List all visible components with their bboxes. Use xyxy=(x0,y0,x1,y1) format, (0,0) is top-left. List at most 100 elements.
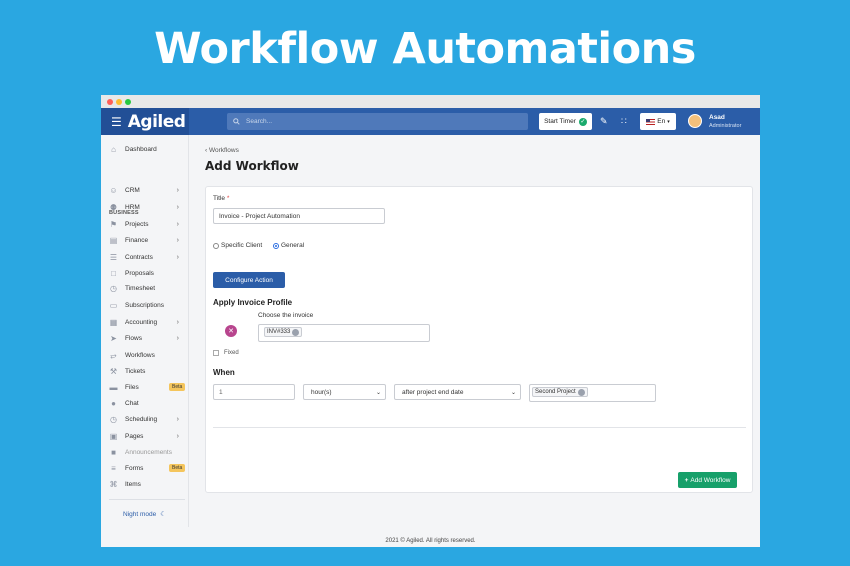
flows-icon: ➤ xyxy=(110,333,117,343)
sidebar-item-contracts[interactable]: ☰ Contracts › xyxy=(109,251,185,263)
project-tag-label: Second Project xyxy=(535,389,576,395)
brand-logo[interactable]: Agiled xyxy=(128,112,186,132)
workflow-form-card: Title * Invoice - Project Automation Spe… xyxy=(205,186,753,493)
sidebar-item-forms[interactable]: ≡ Forms Beta xyxy=(109,462,186,474)
sidebar-item-finance[interactable]: ▤ Finance › xyxy=(109,234,185,246)
required-marker: * xyxy=(226,195,230,202)
plus-icon: + xyxy=(684,476,689,484)
invoice-select[interactable]: INV#333 xyxy=(258,324,430,342)
sidebar-item-chat[interactable]: ● Chat xyxy=(109,397,185,409)
sidebar-item-label: Chat xyxy=(125,399,139,407)
forms-icon: ≡ xyxy=(111,463,116,473)
beta-badge: Beta xyxy=(169,383,186,391)
moon-icon: ☾ xyxy=(160,511,167,518)
tag-remove-icon[interactable] xyxy=(292,328,300,336)
card-divider xyxy=(213,427,746,428)
sidebar-item-pages[interactable]: ▣ Pages › xyxy=(109,430,185,442)
sidebar-item-label: CRM xyxy=(125,186,140,194)
sidebar-item-announcements[interactable]: ■ Announcements xyxy=(109,446,185,458)
sidebar-item-label: Files xyxy=(125,383,139,391)
maximize-dot[interactable] xyxy=(125,98,131,105)
project-select[interactable]: Second Project xyxy=(529,384,656,402)
top-bar: ☰ Agiled Search... Start Timer ✓ ✎ ∷ En … xyxy=(101,108,760,135)
radio-specific-client-label: Specific Client xyxy=(221,242,263,249)
user-name: Asad xyxy=(709,114,725,121)
minimize-dot[interactable] xyxy=(116,98,122,105)
sidebar-item-items[interactable]: ⌘ Items xyxy=(109,478,185,490)
workflows-icon: ⥂ xyxy=(110,350,117,360)
chevron-right-icon: › xyxy=(176,253,179,261)
close-dot[interactable] xyxy=(107,98,113,105)
configure-action-button[interactable]: Configure Action xyxy=(213,272,285,288)
fixed-label: Fixed xyxy=(224,350,239,356)
breadcrumb[interactable]: ‹ Workflows xyxy=(205,147,239,154)
page-title: Add Workflow xyxy=(205,159,299,173)
sidebar-item-projects[interactable]: ⚑ Projects › xyxy=(109,218,185,230)
remove-icon[interactable]: ✕ xyxy=(225,325,237,337)
radio-specific-client[interactable]: Specific Client xyxy=(213,242,262,249)
sidebar-item-workflows[interactable]: ⥂ Workflows xyxy=(109,349,185,361)
sidebar-item-label: Items xyxy=(125,480,141,488)
when-trigger-select[interactable]: after project end date ⌄ xyxy=(394,384,521,400)
radio-specific-client-circle[interactable] xyxy=(213,242,219,249)
when-amount-input[interactable]: 1 xyxy=(213,384,295,400)
title-input[interactable]: Invoice - Project Automation xyxy=(213,208,385,224)
add-workflow-button[interactable]: + Add Workflow xyxy=(678,472,737,488)
sidebar-item-label: Subscriptions xyxy=(125,301,165,309)
sidebar-item-hrm[interactable]: ⚉ HRM › xyxy=(109,201,185,213)
title-label: Title * xyxy=(213,195,229,202)
sidebar-item-timesheet[interactable]: ◷ Timesheet xyxy=(109,282,185,294)
search-icon xyxy=(233,118,240,125)
sidebar-item-label: Dashboard xyxy=(125,145,157,153)
sidebar-item-files[interactable]: ▬ Files Beta xyxy=(109,381,186,393)
chevron-right-icon: › xyxy=(176,203,179,211)
sidebar-item-subscriptions[interactable]: ▭ Subscriptions xyxy=(109,299,185,311)
user-role: Administrator xyxy=(709,123,742,129)
sidebar-item-accounting[interactable]: ▦ Accounting › xyxy=(109,316,185,328)
announcements-icon: ■ xyxy=(111,447,116,457)
us-flag-icon xyxy=(646,118,656,125)
chevron-left-icon: ‹ xyxy=(205,147,208,154)
avatar[interactable] xyxy=(688,114,702,128)
chat-icon: ● xyxy=(111,398,116,408)
sidebar-item-scheduling[interactable]: ◷ Scheduling › xyxy=(109,413,185,425)
people-icon: ⚉ xyxy=(109,202,118,212)
finance-icon: ▤ xyxy=(109,235,118,245)
sidebar-item-label: Tickets xyxy=(125,367,146,375)
night-mode-toggle[interactable]: Night mode ☾ xyxy=(123,510,167,519)
sidebar-item-label: Proposals xyxy=(125,269,154,277)
user-info[interactable]: Asad Administrator xyxy=(709,114,741,130)
edit-icon[interactable]: ✎ xyxy=(600,116,608,127)
clock-icon: ◷ xyxy=(110,283,117,293)
person-icon: ☺ xyxy=(109,185,118,195)
sidebar-item-tickets[interactable]: ⚒ Tickets xyxy=(109,365,185,377)
tag-remove-icon[interactable] xyxy=(577,388,585,396)
sidebar-item-label: Workflows xyxy=(125,351,155,359)
search-input[interactable]: Search... xyxy=(227,113,528,130)
sidebar-item-proposals[interactable]: □ Proposals xyxy=(109,267,185,279)
hero-title: Workflow Automations xyxy=(154,24,696,74)
menu-icon[interactable]: ☰ xyxy=(111,115,122,129)
apps-grid-icon[interactable]: ∷ xyxy=(621,116,627,127)
sidebar-item-label: Contracts xyxy=(125,253,153,261)
footer: 2021 © Agiled. All rights reserved. xyxy=(385,538,476,544)
chevron-down-icon: ▾ xyxy=(667,118,670,125)
sidebar-item-label: Pages xyxy=(125,432,144,440)
language-select[interactable]: En ▾ xyxy=(640,113,676,130)
pages-icon: ▣ xyxy=(109,431,118,441)
fixed-checkbox[interactable] xyxy=(213,350,219,356)
sidebar-item-label: Finance xyxy=(125,236,149,244)
when-unit-select[interactable]: hour(s) ⌄ xyxy=(303,384,386,400)
choose-invoice-label: Choose the invoice xyxy=(258,312,314,319)
cart-icon: ⌘ xyxy=(109,479,118,489)
sidebar-item-crm[interactable]: ☺ CRM › xyxy=(109,184,185,196)
sidebar-item-dashboard[interactable]: ⌂ Dashboard xyxy=(109,143,185,155)
radio-general[interactable]: General xyxy=(273,242,304,249)
sidebar-item-label: Scheduling xyxy=(125,415,158,423)
radio-general-circle[interactable] xyxy=(273,242,279,249)
sidebar-item-flows[interactable]: ➤ Flows › xyxy=(109,332,185,344)
sidebar-item-label: HRM xyxy=(125,203,140,211)
start-timer-button[interactable]: Start Timer ✓ xyxy=(539,113,592,130)
add-workflow-label: Add Workflow xyxy=(690,476,731,484)
brand: ☰ Agiled xyxy=(101,108,189,135)
